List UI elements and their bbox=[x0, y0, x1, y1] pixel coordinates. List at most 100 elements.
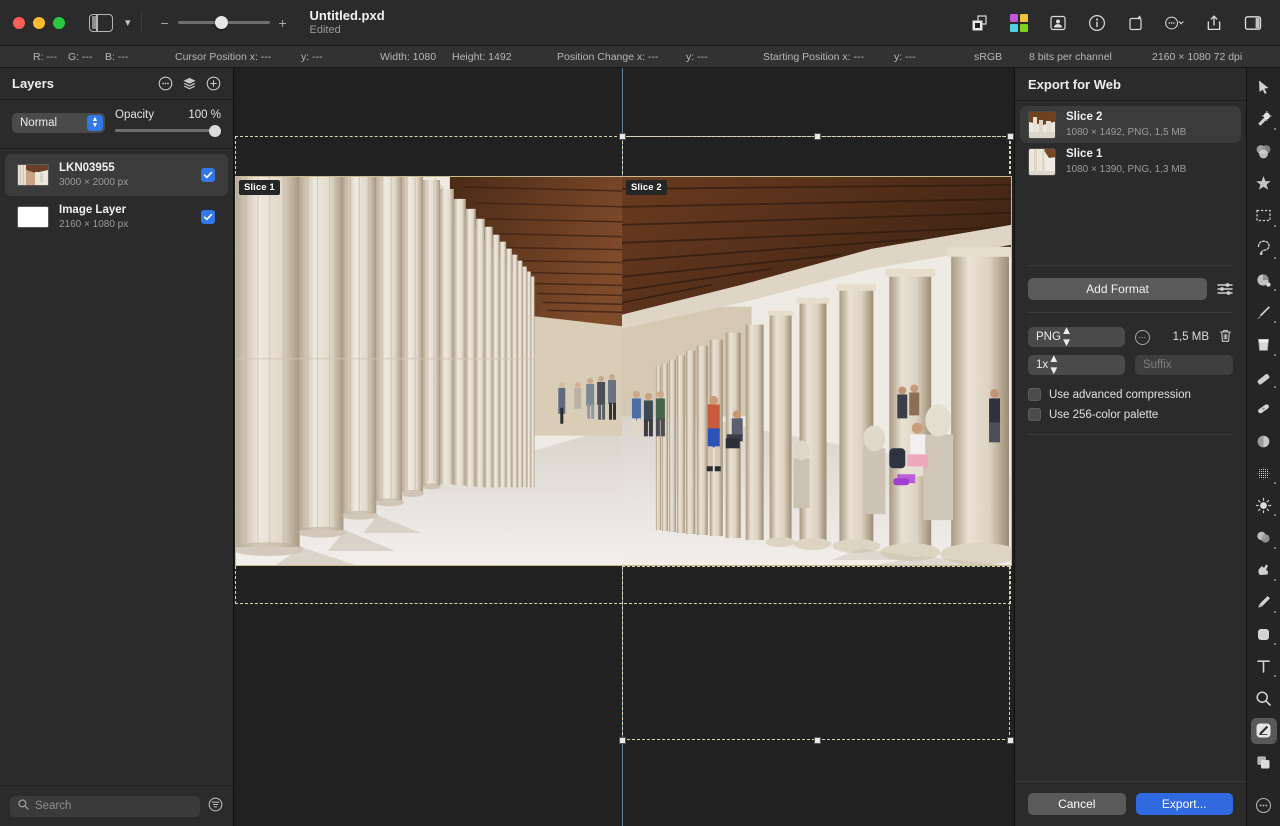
layer-visibility-checkbox[interactable] bbox=[201, 168, 215, 182]
crop-tool[interactable] bbox=[1251, 750, 1277, 776]
add-artboard-icon[interactable] bbox=[1125, 12, 1147, 34]
format-select[interactable]: PNG ▲ ▼ bbox=[1028, 325, 1125, 349]
info-color-profile: sRGB bbox=[974, 50, 1003, 63]
brush-tool[interactable] bbox=[1251, 299, 1277, 325]
canvas-area[interactable]: Slice 1 Slice 2 bbox=[234, 68, 1014, 826]
colonnade-photo-left bbox=[236, 177, 622, 565]
suffix-input[interactable]: Suffix bbox=[1135, 355, 1233, 375]
slice-2-selection[interactable] bbox=[622, 566, 1010, 740]
slice-1-label[interactable]: Slice 1 bbox=[239, 180, 280, 195]
more-options-icon[interactable]: ⋯ bbox=[1135, 329, 1150, 345]
resize-handle-top[interactable] bbox=[619, 133, 626, 140]
slice-list-spacer bbox=[1015, 180, 1246, 265]
more-tools-icon[interactable] bbox=[1251, 792, 1277, 818]
chevron-updown-icon[interactable]: ▲ ▼ bbox=[1061, 325, 1072, 349]
opacity-control[interactable]: Opacity 100 % bbox=[115, 109, 221, 137]
advanced-compression-checkbox[interactable] bbox=[1028, 388, 1041, 401]
opacity-slider-knob[interactable] bbox=[209, 124, 221, 137]
scale-select[interactable]: 1x ▲ ▼ bbox=[1028, 353, 1125, 377]
layer-duplicate-icon[interactable] bbox=[969, 12, 991, 34]
layers-title: Layers bbox=[12, 76, 54, 91]
window-controls[interactable] bbox=[0, 16, 65, 29]
resize-handle-bottom-mid[interactable] bbox=[814, 737, 821, 744]
blend-mode-select[interactable]: Normal ▲ ▼ bbox=[12, 113, 105, 133]
add-layer-icon[interactable] bbox=[206, 76, 221, 91]
sliders-icon[interactable] bbox=[1217, 281, 1233, 297]
minimize-button[interactable] bbox=[33, 16, 45, 29]
sponge-tool[interactable] bbox=[1251, 525, 1277, 551]
filter-icon[interactable] bbox=[208, 797, 223, 815]
chevron-updown-icon[interactable]: ▲ ▼ bbox=[1048, 353, 1059, 377]
info-icon[interactable] bbox=[1086, 12, 1108, 34]
resize-handle-top-right[interactable] bbox=[1007, 133, 1014, 140]
shape-tool[interactable] bbox=[1251, 621, 1277, 647]
resize-handle-top-mid[interactable] bbox=[814, 133, 821, 140]
account-icon[interactable] bbox=[1047, 12, 1069, 34]
layer-row-image-layer[interactable]: Image Layer 2160 × 1080 px bbox=[5, 196, 228, 238]
zoom-tool[interactable] bbox=[1251, 686, 1277, 712]
info-cursor-x: Cursor Position x: --- bbox=[175, 50, 272, 63]
text-tool[interactable] bbox=[1251, 653, 1277, 679]
color-adjust-tool[interactable] bbox=[1251, 138, 1277, 164]
lasso-select-tool[interactable] bbox=[1251, 235, 1277, 261]
slice-tool[interactable] bbox=[1250, 717, 1277, 744]
slice-thumbnail bbox=[1028, 110, 1056, 139]
zoom-in-icon[interactable]: + bbox=[278, 16, 288, 30]
zoom-button[interactable] bbox=[53, 16, 65, 29]
toggle-right-panel-icon[interactable] bbox=[1242, 12, 1264, 34]
effects-star-tool[interactable] bbox=[1251, 171, 1277, 197]
add-format-button[interactable]: Add Format bbox=[1028, 278, 1207, 300]
palette-row[interactable]: Use 256-color palette bbox=[1028, 408, 1233, 421]
layer-visibility-checkbox[interactable] bbox=[201, 210, 215, 224]
zoom-out-icon[interactable]: − bbox=[160, 16, 170, 30]
advanced-compression-label: Use advanced compression bbox=[1049, 388, 1191, 401]
color-swatches-icon[interactable] bbox=[1008, 12, 1030, 34]
eraser-tool[interactable] bbox=[1251, 364, 1277, 390]
resize-handle-bottom-right[interactable] bbox=[1007, 737, 1014, 744]
trash-icon[interactable] bbox=[1219, 329, 1233, 346]
blur-tool[interactable] bbox=[1251, 428, 1277, 454]
divider bbox=[1028, 434, 1233, 435]
search-input[interactable]: Search bbox=[10, 795, 200, 817]
resize-handle-bottom-left[interactable] bbox=[619, 737, 626, 744]
chevron-updown-icon[interactable]: ▲ ▼ bbox=[87, 115, 103, 131]
zoom-control[interactable]: − + bbox=[160, 16, 288, 30]
slice-2-label[interactable]: Slice 2 bbox=[626, 180, 667, 195]
layer-stack-icon[interactable] bbox=[182, 76, 197, 91]
slice-info: Slice 2 1080 × 1492, PNG, 1,5 MB bbox=[1066, 110, 1186, 139]
healing-brush-tool[interactable] bbox=[1251, 396, 1277, 422]
export-button[interactable]: Export... bbox=[1135, 793, 1233, 815]
fill-bucket-tool[interactable] bbox=[1251, 332, 1277, 358]
close-button[interactable] bbox=[13, 16, 25, 29]
rectangle-select-tool[interactable] bbox=[1251, 203, 1277, 229]
layer-size: 2160 × 1080 px bbox=[59, 219, 129, 231]
toggle-sidebar-icon[interactable] bbox=[89, 13, 113, 32]
paint-bucket-tool[interactable] bbox=[1251, 267, 1277, 293]
palette-checkbox[interactable] bbox=[1028, 408, 1041, 421]
zoom-slider-knob[interactable] bbox=[215, 16, 229, 29]
format-size: 1,5 MB bbox=[1172, 331, 1209, 343]
opacity-slider[interactable] bbox=[115, 124, 221, 137]
layer-row-lkn03955[interactable]: LKN03955 3000 × 2000 px bbox=[5, 154, 228, 196]
canvas-photo-left[interactable] bbox=[235, 176, 623, 566]
smudge-hand-tool[interactable] bbox=[1251, 557, 1277, 583]
layers-panel-header: Layers bbox=[0, 68, 233, 100]
share-icon[interactable] bbox=[1203, 12, 1225, 34]
arrow-select-tool[interactable] bbox=[1251, 74, 1277, 100]
magic-wand-tool[interactable] bbox=[1251, 106, 1277, 132]
chevron-down-icon[interactable]: ▾ bbox=[125, 16, 131, 29]
pen-tool[interactable] bbox=[1251, 589, 1277, 615]
divider bbox=[1028, 312, 1233, 313]
slice-item-slice-2[interactable]: Slice 2 1080 × 1492, PNG, 1,5 MB bbox=[1020, 106, 1241, 143]
noise-tool[interactable] bbox=[1251, 460, 1277, 486]
cancel-button[interactable]: Cancel bbox=[1028, 793, 1126, 815]
layer-list: LKN03955 3000 × 2000 px Image Layer 2160… bbox=[0, 149, 233, 785]
slice-item-slice-1[interactable]: Slice 1 1080 × 1390, PNG, 1,3 MB bbox=[1020, 143, 1241, 180]
search-icon bbox=[18, 799, 29, 813]
more-options-icon[interactable] bbox=[158, 76, 173, 91]
dodge-tool[interactable] bbox=[1251, 492, 1277, 518]
canvas-photo-right[interactable] bbox=[622, 176, 1012, 566]
more-options-icon[interactable] bbox=[1164, 12, 1186, 34]
advanced-compression-row[interactable]: Use advanced compression bbox=[1028, 388, 1233, 401]
zoom-slider[interactable] bbox=[177, 16, 270, 30]
